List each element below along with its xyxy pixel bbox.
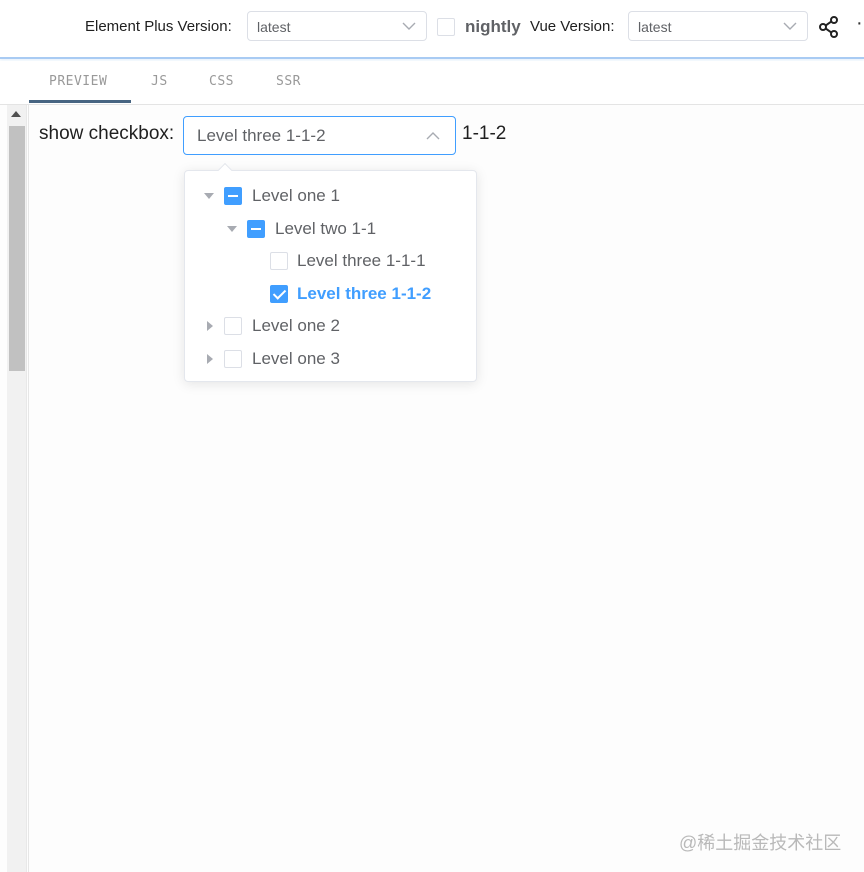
chevron-down-icon — [783, 22, 797, 30]
tree-node-level-one-1[interactable]: Level one 1 — [203, 184, 463, 210]
tree-checkbox[interactable] — [270, 252, 288, 270]
chevron-up-icon — [426, 132, 440, 140]
tree-node-label: Level three 1-1-2 — [297, 284, 432, 303]
nightly-label: nightly — [465, 17, 521, 36]
tree-checkbox[interactable] — [224, 317, 242, 335]
element-plus-version-select[interactable]: latest — [247, 11, 427, 41]
vertical-scrollbar[interactable] — [7, 105, 27, 872]
caret-right-icon[interactable] — [207, 321, 213, 331]
caret-right-icon[interactable] — [207, 354, 213, 364]
tree-node-label: Level two 1-1 — [275, 219, 377, 238]
tab-css[interactable]: CSS — [209, 74, 234, 89]
top-header: Element Plus Version: latest nightly Vue… — [0, 0, 864, 59]
tree-checkbox[interactable] — [270, 285, 288, 303]
dropdown-arrow — [217, 162, 233, 178]
vue-version-value: latest — [638, 19, 672, 35]
scroll-up-arrow-icon[interactable] — [11, 111, 21, 117]
tree-node-label: Level three 1-1-1 — [297, 251, 426, 270]
tab-preview[interactable]: PREVIEW — [49, 74, 107, 89]
tab-js[interactable]: JS — [151, 74, 168, 89]
scrollbar-thumb[interactable] — [9, 126, 25, 371]
show-checkbox-label: show checkbox: — [39, 123, 175, 144]
tree-node-level-three-1-1-1[interactable]: Level three 1-1-1 — [249, 249, 463, 275]
share-icon[interactable] — [817, 15, 841, 39]
tree-select-value: Level three 1-1-2 — [197, 126, 326, 145]
tree-node-level-one-3[interactable]: Level one 3 — [203, 347, 463, 373]
tree-checkbox[interactable] — [224, 350, 242, 368]
more-icon[interactable]: · — [856, 12, 863, 35]
tree-node-label: Level one 1 — [252, 186, 340, 205]
tree-select-input[interactable]: Level three 1-1-2 — [183, 116, 456, 155]
chevron-down-icon — [402, 22, 416, 30]
tab-bar: PREVIEW JS CSS SSR — [0, 61, 864, 105]
selected-result-text: 1-1-2 — [462, 123, 507, 144]
tree-node-level-two-1-1[interactable]: Level two 1-1 — [226, 217, 463, 243]
element-plus-version-value: latest — [257, 19, 291, 35]
tree-checkbox[interactable] — [224, 187, 242, 205]
tree-node-level-three-1-1-2[interactable]: Level three 1-1-2 — [249, 282, 463, 308]
divider — [28, 105, 29, 872]
vue-version-select[interactable]: latest — [628, 11, 808, 41]
nightly-checkbox[interactable] — [437, 18, 455, 36]
vue-version-label: Vue Version: — [530, 18, 615, 35]
element-plus-version-label: Element Plus Version: — [85, 18, 232, 35]
tree-node-label: Level one 2 — [252, 316, 340, 335]
watermark: @稀土掘金技术社区 — [679, 833, 842, 853]
caret-down-icon[interactable] — [204, 193, 214, 199]
tree-node-level-one-2[interactable]: Level one 2 — [203, 314, 463, 340]
tree-dropdown: Level one 1 Level two 1-1 Level three 1-… — [184, 162, 477, 382]
tree-node-label: Level one 3 — [252, 349, 340, 368]
tab-ssr[interactable]: SSR — [276, 74, 301, 89]
tree-checkbox[interactable] — [247, 220, 265, 238]
caret-down-icon[interactable] — [227, 226, 237, 232]
active-tab-indicator — [29, 100, 131, 103]
